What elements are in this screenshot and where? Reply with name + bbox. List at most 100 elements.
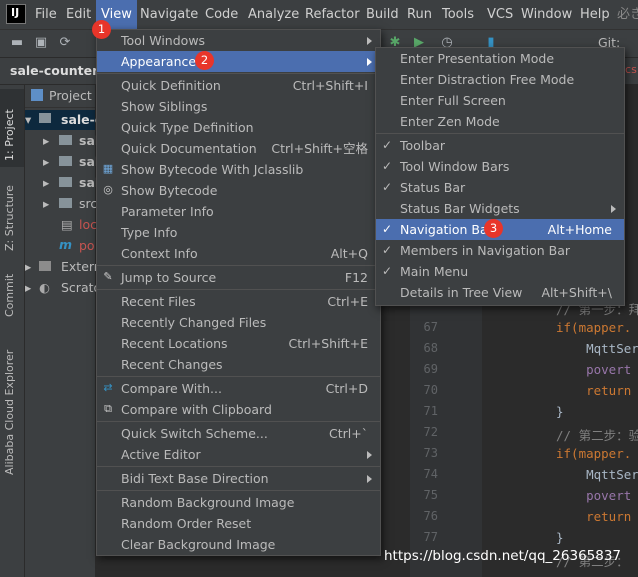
view-menu-item-random-background-image[interactable]: Random Background Image bbox=[97, 492, 380, 513]
menu-item-label: Members in Navigation Bar bbox=[400, 243, 571, 258]
appearance-item-toolbar[interactable]: ✓ Toolbar bbox=[376, 135, 624, 156]
view-menu-item-show-siblings[interactable]: Show Siblings bbox=[97, 96, 380, 117]
menu-refactor[interactable]: Refactor bbox=[305, 0, 360, 29]
appearance-item-enter-presentation-mode[interactable]: Enter Presentation Mode bbox=[376, 48, 624, 69]
view-menu-item-recent-changes[interactable]: Recent Changes bbox=[97, 354, 380, 375]
step-badge-2: 2 bbox=[195, 51, 214, 70]
submenu-arrow-icon bbox=[367, 475, 372, 483]
view-menu-item-quick-switch-scheme[interactable]: Quick Switch Scheme... Ctrl+` bbox=[97, 423, 380, 444]
view-menu-item-tool-windows[interactable]: Tool Windows bbox=[97, 30, 380, 51]
menu-item-label: Quick Type Definition bbox=[121, 120, 254, 135]
submenu-arrow-icon bbox=[611, 205, 616, 213]
line-number: 71 bbox=[423, 404, 438, 418]
menu-item-label: Random Background Image bbox=[121, 495, 295, 510]
view-menu-item-type-info[interactable]: Type Info bbox=[97, 222, 380, 243]
bytecode-icon: ◎ bbox=[103, 183, 113, 196]
menu-item-shortcut: Ctrl+Shift+E bbox=[288, 336, 369, 351]
tree-expand-icon[interactable]: ▸ bbox=[43, 196, 49, 211]
project-view-icon bbox=[31, 89, 43, 101]
menu-item-label: Appearance bbox=[121, 54, 197, 69]
menu-build[interactable]: Build bbox=[366, 0, 399, 29]
save-icon[interactable]: ▣ bbox=[34, 36, 48, 50]
view-menu-item-recent-locations[interactable]: Recent Locations Ctrl+Shift+E bbox=[97, 333, 380, 354]
view-menu-item-show-bytecode-with-jclasslib[interactable]: Show Bytecode With Jclasslib ▦ bbox=[97, 159, 380, 180]
checkmark-icon: ✓ bbox=[382, 159, 393, 173]
menu-file[interactable]: File bbox=[35, 0, 57, 29]
tree-expand-icon[interactable]: ▸ bbox=[25, 259, 31, 274]
tree-expand-icon[interactable]: ▸ bbox=[25, 280, 31, 295]
view-menu-item-quick-type-definition[interactable]: Quick Type Definition bbox=[97, 117, 380, 138]
menu-item-label: Recent Changes bbox=[121, 357, 223, 372]
view-menu-item-active-editor[interactable]: Active Editor bbox=[97, 444, 380, 465]
sync-icon[interactable]: ⟳ bbox=[58, 36, 72, 50]
menu-window[interactable]: Window bbox=[521, 0, 572, 29]
menu-item-label: Jump to Source bbox=[121, 270, 217, 285]
tree-expand-icon[interactable]: ▸ bbox=[43, 154, 49, 169]
menu-separator bbox=[97, 376, 380, 377]
checkmark-icon: ✓ bbox=[382, 138, 393, 152]
tree-expand-icon[interactable]: ▸ bbox=[43, 133, 49, 148]
view-menu-item-bidi-text-base-direction[interactable]: Bidi Text Base Direction bbox=[97, 468, 380, 489]
code-line: povert bbox=[556, 488, 632, 503]
view-menu-item-quick-definition[interactable]: Quick Definition Ctrl+Shift+I bbox=[97, 75, 380, 96]
appearance-item-enter-zen-mode[interactable]: Enter Zen Mode bbox=[376, 111, 624, 132]
tree-expand-icon[interactable]: ▸ bbox=[43, 175, 49, 190]
appearance-item-tool-window-bars[interactable]: ✓ Tool Window Bars bbox=[376, 156, 624, 177]
jclasslib-icon: ▦ bbox=[102, 162, 114, 175]
menu-edit[interactable]: Edit bbox=[66, 0, 91, 29]
menu-item-label: Random Order Reset bbox=[121, 516, 252, 531]
view-menu-item-parameter-info[interactable]: Parameter Info bbox=[97, 201, 380, 222]
tree-expand-icon[interactable]: ▾ bbox=[25, 112, 31, 127]
view-menu-item-jump-to-source[interactable]: Jump to Source F12 ✎ bbox=[97, 267, 380, 288]
menu-tools[interactable]: Tools bbox=[442, 0, 474, 29]
open-folder-icon[interactable]: ▬ bbox=[10, 36, 24, 50]
tool-tab-alibaba-cloud[interactable]: Alibaba Cloud Explorer bbox=[3, 350, 16, 475]
code-line: return bbox=[556, 383, 632, 398]
menu-run[interactable]: Run bbox=[407, 0, 432, 29]
view-menu-item-context-info[interactable]: Context Info Alt+Q bbox=[97, 243, 380, 264]
view-menu-item-show-bytecode[interactable]: Show Bytecode ◎ bbox=[97, 180, 380, 201]
view-menu-item-recent-files[interactable]: Recent Files Ctrl+E bbox=[97, 291, 380, 312]
menu-item-label: Show Bytecode With Jclasslib bbox=[121, 162, 304, 177]
tool-tab-commit[interactable]: Commit bbox=[3, 274, 16, 317]
tree-item-src[interactable]: src bbox=[79, 196, 97, 211]
code-line: povert bbox=[556, 362, 632, 377]
menu-item-shortcut: Ctrl+` bbox=[329, 426, 368, 441]
menu-item-shortcut: Ctrl+E bbox=[327, 294, 368, 309]
appearance-item-status-bar-widgets[interactable]: Status Bar Widgets bbox=[376, 198, 624, 219]
menu-separator bbox=[97, 490, 380, 491]
menu-analyze[interactable]: Analyze bbox=[248, 0, 299, 29]
clipboard-icon: ⧉ bbox=[104, 402, 112, 415]
view-menu-item-clear-background-image[interactable]: Clear Background Image bbox=[97, 534, 380, 555]
tool-tab-structure[interactable]: Z: Structure bbox=[3, 185, 16, 251]
menu-code[interactable]: Code bbox=[205, 0, 238, 29]
menu-item-label: Enter Presentation Mode bbox=[400, 51, 555, 66]
view-menu-item-compare-with[interactable]: Compare With... Ctrl+D ⇄ bbox=[97, 378, 380, 399]
menu-vcs[interactable]: VCS bbox=[487, 0, 513, 29]
view-menu-item-compare-with-clipboard[interactable]: Compare with Clipboard ⧉ bbox=[97, 399, 380, 420]
menu-item-shortcut: Alt+Shift+\ bbox=[541, 285, 613, 300]
menu-item-label: Bidi Text Base Direction bbox=[121, 471, 269, 486]
menu-item-label: Recent Locations bbox=[121, 336, 228, 351]
appearance-item-enter-full-screen[interactable]: Enter Full Screen bbox=[376, 90, 624, 111]
menu-item-label: Clear Background Image bbox=[121, 537, 276, 552]
menu-item-label: Compare With... bbox=[121, 381, 222, 396]
line-number: 76 bbox=[423, 509, 438, 523]
folder-icon bbox=[59, 177, 72, 187]
menu-navigate[interactable]: Navigate bbox=[140, 0, 198, 29]
tree-item-file[interactable]: loc bbox=[79, 217, 97, 232]
view-menu-item-appearance[interactable]: Appearance bbox=[97, 51, 380, 72]
view-menu-item-quick-documentation[interactable]: Quick Documentation Ctrl+Shift+空格 bbox=[97, 138, 380, 159]
menu-help[interactable]: Help bbox=[580, 0, 610, 29]
tool-tab-project[interactable]: 1: Project bbox=[3, 109, 16, 161]
view-menu-item-random-order-reset[interactable]: Random Order Reset bbox=[97, 513, 380, 534]
appearance-item-details-in-tree-view[interactable]: Details in Tree View Alt+Shift+\ bbox=[376, 282, 624, 303]
appearance-item-enter-distraction-free-mode[interactable]: Enter Distraction Free Mode bbox=[376, 69, 624, 90]
menu-item-label: Toolbar bbox=[400, 138, 446, 153]
appearance-item-status-bar[interactable]: ✓ Status Bar bbox=[376, 177, 624, 198]
tree-item-pom[interactable]: po bbox=[79, 238, 95, 253]
appearance-item-members-in-navigation-bar[interactable]: ✓ Members in Navigation Bar bbox=[376, 240, 624, 261]
view-menu-item-recently-changed-files[interactable]: Recently Changed Files bbox=[97, 312, 380, 333]
menu-separator bbox=[97, 265, 380, 266]
appearance-item-main-menu[interactable]: ✓ Main Menu bbox=[376, 261, 624, 282]
